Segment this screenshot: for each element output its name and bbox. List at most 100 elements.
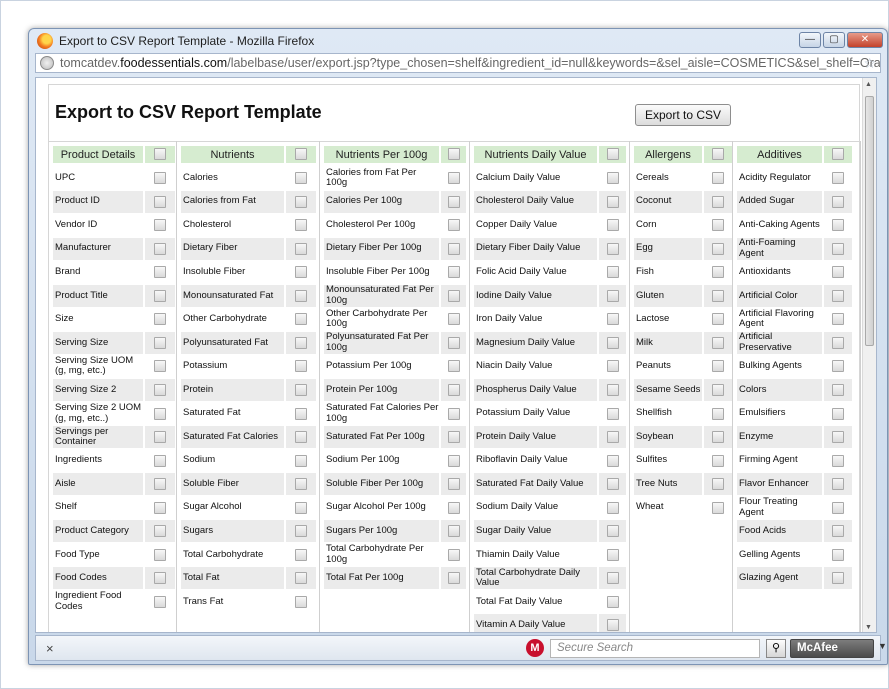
url-bar[interactable]: tomcatdev. foodessentials.com/labelbase/u… xyxy=(35,53,881,73)
field-checkbox[interactable] xyxy=(832,478,844,491)
field-checkbox[interactable] xyxy=(154,572,166,585)
field-checkbox[interactable] xyxy=(154,407,166,420)
field-checkbox[interactable] xyxy=(832,501,844,514)
field-checkbox[interactable] xyxy=(154,548,166,561)
field-checkbox[interactable] xyxy=(712,313,724,326)
close-window-button[interactable]: ✕ xyxy=(847,32,883,48)
select-all-checkbox[interactable] xyxy=(832,148,844,160)
scroll-up-icon[interactable]: ▲ xyxy=(865,81,872,88)
field-checkbox[interactable] xyxy=(154,195,166,208)
field-checkbox[interactable] xyxy=(712,195,724,208)
field-checkbox[interactable] xyxy=(295,572,307,585)
field-checkbox[interactable] xyxy=(154,219,166,232)
field-checkbox[interactable] xyxy=(832,242,844,255)
field-checkbox[interactable] xyxy=(447,336,460,349)
field-checkbox[interactable] xyxy=(832,431,844,444)
field-checkbox[interactable] xyxy=(295,478,307,491)
field-checkbox[interactable] xyxy=(832,289,844,302)
field-checkbox[interactable] xyxy=(606,383,619,396)
field-checkbox[interactable] xyxy=(154,266,166,279)
field-checkbox[interactable] xyxy=(154,478,166,491)
field-checkbox[interactable] xyxy=(606,407,619,420)
field-checkbox[interactable] xyxy=(606,572,619,585)
field-checkbox[interactable] xyxy=(447,407,460,420)
field-checkbox[interactable] xyxy=(832,548,844,561)
field-checkbox[interactable] xyxy=(154,501,166,514)
export-to-csv-button[interactable]: Export to CSV xyxy=(635,104,731,126)
field-checkbox[interactable] xyxy=(295,172,307,184)
close-icon[interactable]: × xyxy=(46,641,54,656)
field-checkbox[interactable] xyxy=(712,266,724,279)
field-checkbox[interactable] xyxy=(154,595,166,608)
field-checkbox[interactable] xyxy=(832,219,844,232)
field-checkbox[interactable] xyxy=(154,525,166,538)
field-checkbox[interactable] xyxy=(295,407,307,420)
field-checkbox[interactable] xyxy=(712,360,724,373)
field-checkbox[interactable] xyxy=(712,501,724,514)
field-checkbox[interactable] xyxy=(606,501,619,514)
field-checkbox[interactable] xyxy=(295,501,307,514)
field-checkbox[interactable] xyxy=(295,313,307,326)
field-checkbox[interactable] xyxy=(295,431,307,444)
select-all-checkbox[interactable] xyxy=(712,148,724,160)
field-checkbox[interactable] xyxy=(295,219,307,232)
field-checkbox[interactable] xyxy=(606,313,619,326)
field-checkbox[interactable] xyxy=(154,289,166,302)
field-checkbox[interactable] xyxy=(832,360,844,373)
select-all-checkbox[interactable] xyxy=(295,148,307,160)
maximize-button[interactable]: ▢ xyxy=(823,32,845,48)
field-checkbox[interactable] xyxy=(154,454,166,467)
field-checkbox[interactable] xyxy=(832,572,844,585)
vertical-scrollbar[interactable]: ▲ ▼ xyxy=(862,78,876,632)
field-checkbox[interactable] xyxy=(154,172,166,184)
field-checkbox[interactable] xyxy=(154,242,166,255)
field-checkbox[interactable] xyxy=(712,431,724,444)
field-checkbox[interactable] xyxy=(295,266,307,279)
field-checkbox[interactable] xyxy=(712,454,724,467)
field-checkbox[interactable] xyxy=(447,289,460,302)
field-checkbox[interactable] xyxy=(832,525,844,538)
field-checkbox[interactable] xyxy=(447,383,460,396)
field-checkbox[interactable] xyxy=(606,289,619,302)
field-checkbox[interactable] xyxy=(154,431,166,444)
field-checkbox[interactable] xyxy=(606,219,619,232)
field-checkbox[interactable] xyxy=(606,172,619,184)
scroll-down-icon[interactable]: ▼ xyxy=(865,624,872,631)
field-checkbox[interactable] xyxy=(712,383,724,396)
field-checkbox[interactable] xyxy=(154,336,166,349)
field-checkbox[interactable] xyxy=(606,595,619,608)
field-checkbox[interactable] xyxy=(447,525,460,538)
select-all-checkbox[interactable] xyxy=(154,148,166,160)
field-checkbox[interactable] xyxy=(712,242,724,255)
field-checkbox[interactable] xyxy=(447,478,460,491)
field-checkbox[interactable] xyxy=(447,548,460,561)
field-checkbox[interactable] xyxy=(606,454,619,467)
bookmark-star-icon[interactable]: ☆ xyxy=(863,55,876,72)
field-checkbox[interactable] xyxy=(447,172,460,184)
field-checkbox[interactable] xyxy=(295,525,307,538)
field-checkbox[interactable] xyxy=(447,195,460,208)
field-checkbox[interactable] xyxy=(154,360,166,373)
field-checkbox[interactable] xyxy=(832,195,844,208)
field-checkbox[interactable] xyxy=(447,266,460,279)
field-checkbox[interactable] xyxy=(447,572,460,585)
field-checkbox[interactable] xyxy=(606,478,619,491)
minimize-button[interactable]: — xyxy=(799,32,821,48)
field-checkbox[interactable] xyxy=(447,242,460,255)
dropdown-arrow-icon[interactable]: ▼ xyxy=(878,641,887,651)
field-checkbox[interactable] xyxy=(606,431,619,444)
field-checkbox[interactable] xyxy=(447,219,460,232)
field-checkbox[interactable] xyxy=(712,336,724,349)
field-checkbox[interactable] xyxy=(606,195,619,208)
field-checkbox[interactable] xyxy=(447,454,460,467)
field-checkbox[interactable] xyxy=(154,313,166,326)
field-checkbox[interactable] xyxy=(832,313,844,326)
field-checkbox[interactable] xyxy=(606,242,619,255)
scrollbar-thumb[interactable] xyxy=(865,96,874,346)
mcafee-shield-icon[interactable]: M xyxy=(526,639,544,657)
field-checkbox[interactable] xyxy=(606,548,619,561)
field-checkbox[interactable] xyxy=(712,289,724,302)
field-checkbox[interactable] xyxy=(606,266,619,279)
field-checkbox[interactable] xyxy=(295,195,307,208)
field-checkbox[interactable] xyxy=(295,548,307,561)
